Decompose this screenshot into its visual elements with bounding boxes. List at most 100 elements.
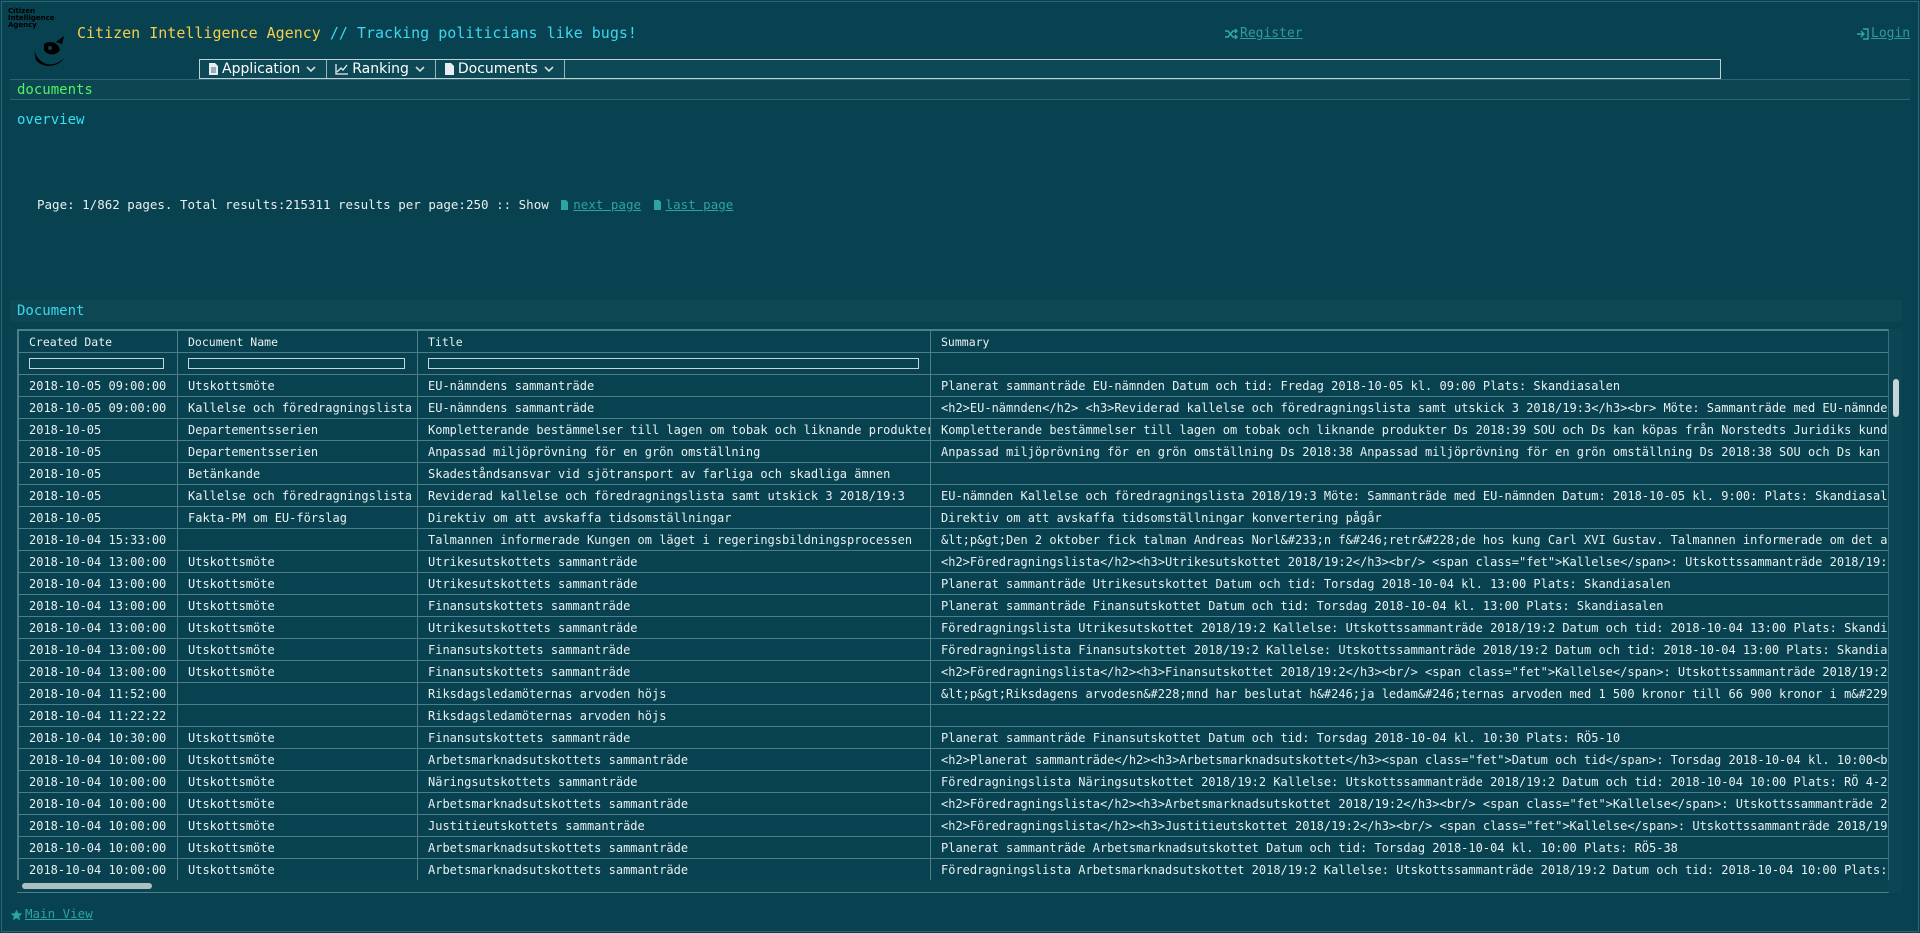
table-row[interactable]: 2018-10-04 15:33:00 Talmannen informerade…: [18, 528, 1888, 551]
cell-title: EU-nämndens sammanträde: [417, 374, 931, 397]
table-row[interactable]: 2018-10-04 13:00:00 Utskottsmöte Utrikesut…: [18, 550, 1888, 573]
menu-ranking-label: Ranking: [352, 61, 409, 77]
table-row[interactable]: 2018-10-04 10:00:00 Utskottsmöte Arbetsmar…: [18, 792, 1888, 815]
title-filter-input[interactable]: [428, 358, 919, 369]
file-icon: [561, 200, 569, 210]
horizontal-scrollbar-thumb[interactable]: [22, 883, 152, 889]
table-row[interactable]: 2018-10-04 10:00:00 Utskottsmöte Arbetsmar…: [18, 858, 1888, 881]
created-date-filter-input[interactable]: [29, 358, 164, 369]
table-row[interactable]: 2018-10-05 09:00:00 Utskottsmöte EU-nämnde…: [18, 374, 1888, 397]
cell-document-name: Utskottsmöte: [177, 858, 418, 881]
cell-created-date: 2018-10-04 10:00:00: [18, 858, 178, 881]
table-row[interactable]: 2018-10-04 13:00:00 Utskottsmöte Utrikesut…: [18, 572, 1888, 595]
chevron-down-icon: [415, 65, 425, 72]
column-header-document-name[interactable]: Document Name: [177, 330, 418, 353]
cell-created-date: 2018-10-04 15:33:00: [18, 528, 178, 551]
cell-title: Reviderad kallelse och föredragningslist…: [417, 484, 931, 507]
cell-document-name: Utskottsmöte: [177, 748, 418, 771]
main-view-link[interactable]: Main View: [25, 906, 93, 921]
column-header-title[interactable]: Title: [417, 330, 931, 353]
table-row[interactable]: 2018-10-05 09:00:00 Kallelse och föredrag…: [18, 396, 1888, 419]
cell-title: Näringsutskottets sammanträde: [417, 770, 931, 793]
cell-created-date: 2018-10-04 13:00:00: [18, 616, 178, 639]
table-row[interactable]: 2018-10-04 10:00:00 Utskottsmöte Justitieu…: [18, 814, 1888, 837]
filter-cell: [417, 352, 931, 375]
cell-created-date: 2018-10-04 13:00:00: [18, 638, 178, 661]
login-link[interactable]: Login: [1871, 26, 1910, 41]
table-row[interactable]: 2018-10-04 10:00:00 Utskottsmöte Arbetsmar…: [18, 748, 1888, 771]
table-row[interactable]: 2018-10-05 Departementsserien Kompletteran…: [18, 418, 1888, 441]
document-name-filter-input[interactable]: [188, 358, 405, 369]
cell-created-date: 2018-10-04 10:00:00: [18, 770, 178, 793]
table-row[interactable]: 2018-10-04 13:00:00 Utskottsmöte Finansuts…: [18, 638, 1888, 661]
last-page-link[interactable]: last page: [666, 197, 734, 212]
filter-cell: [18, 352, 178, 375]
sign-in-icon: [1857, 27, 1869, 40]
cell-summary: <h2>Föredragningslista</h2><h3>Justitieu…: [930, 814, 1888, 837]
table-row[interactable]: 2018-10-05 Kallelse och föredragningslist…: [18, 484, 1888, 507]
cell-title: Utrikesutskottets sammanträde: [417, 616, 931, 639]
document-grid[interactable]: Created Date Document Name Title Summary…: [17, 329, 1889, 893]
menu-documents[interactable]: Documents: [436, 60, 565, 78]
chevron-down-icon: [544, 65, 554, 72]
table-row[interactable]: 2018-10-04 13:00:00 Utskottsmöte Finansuts…: [18, 660, 1888, 683]
filter-row: [18, 352, 1888, 375]
table-row[interactable]: 2018-10-04 10:00:00 Utskottsmöte Arbetsmar…: [18, 836, 1888, 859]
table-row[interactable]: 2018-10-05 Betänkande Skadeståndsansvar vi…: [18, 462, 1888, 485]
table-row[interactable]: 2018-10-04 10:00:00 Utskottsmöte Näringsut…: [18, 770, 1888, 793]
cell-document-name: Utskottsmöte: [177, 374, 418, 397]
table-row[interactable]: 2018-10-05 Departementsserien Anpassad mil…: [18, 440, 1888, 463]
cell-title: Finansutskottets sammanträde: [417, 638, 931, 661]
logo-text: Citizen Intelligence Agency: [8, 7, 55, 29]
app-title-tagline: // Tracking politicians like bugs!: [320, 24, 637, 42]
table-row[interactable]: 2018-10-04 11:22:22 Riksdagsledamöternas …: [18, 704, 1888, 727]
cell-summary: <h2>EU-nämnden</h2> <h3>Reviderad kallel…: [930, 396, 1888, 419]
shuffle-icon: [1225, 28, 1238, 39]
cell-summary: &lt;p&gt;Den 2 oktober fick talman Andre…: [930, 528, 1888, 551]
column-header-created-date[interactable]: Created Date: [18, 330, 178, 353]
cell-document-name: Betänkande: [177, 462, 418, 485]
section-title: documents: [17, 82, 93, 98]
cell-summary: Föredragningslista Utrikesutskottet 2018…: [930, 616, 1888, 639]
cell-document-name: Utskottsmöte: [177, 660, 418, 683]
vertical-scrollbar-thumb[interactable]: [1893, 379, 1899, 417]
menu-application[interactable]: Application: [200, 60, 328, 78]
table-row[interactable]: 2018-10-04 10:30:00 Utskottsmöte Finansuts…: [18, 726, 1888, 749]
table-row[interactable]: 2018-10-05 Fakta-PM om EU-förslag Direktiv…: [18, 506, 1888, 529]
cell-created-date: 2018-10-04 13:00:00: [18, 594, 178, 617]
filter-cell: [930, 352, 1888, 375]
next-page-link[interactable]: next page: [573, 197, 641, 212]
paging-text: Page: 1/862 pages. Total results:215311 …: [37, 197, 549, 212]
table-row[interactable]: 2018-10-04 13:00:00 Utskottsmöte Utrikesut…: [18, 616, 1888, 639]
star-icon: [10, 909, 23, 920]
cell-document-name: [177, 528, 418, 551]
cell-summary: Planerat sammanträde EU-nämnden Datum oc…: [930, 374, 1888, 397]
cell-summary: <h2>Föredragningslista</h2><h3>Arbetsmar…: [930, 792, 1888, 815]
menu-ranking[interactable]: Ranking: [327, 60, 436, 78]
cell-document-name: Utskottsmöte: [177, 836, 418, 859]
cell-title: Riksdagsledamöternas arvoden höjs: [417, 704, 931, 727]
register-link[interactable]: Register: [1240, 26, 1303, 41]
paging-info: Page: 1/862 pages. Total results:215311 …: [37, 197, 733, 212]
cell-title: Utrikesutskottets sammanträde: [417, 550, 931, 573]
document-table-header: Document: [10, 300, 1902, 322]
table-row[interactable]: 2018-10-04 11:52:00 Riksdagsledamöternas …: [18, 682, 1888, 705]
column-header-summary[interactable]: Summary: [930, 330, 1888, 353]
cell-document-name: Utskottsmöte: [177, 638, 418, 661]
documents-section-bar: documents: [10, 79, 1910, 100]
table-row[interactable]: 2018-10-04 13:00:00 Utskottsmöte Finansuts…: [18, 594, 1888, 617]
agency-logo[interactable]: Citizen Intelligence Agency: [8, 8, 74, 74]
cell-created-date: 2018-10-04 13:00:00: [18, 572, 178, 595]
cell-document-name: Kallelse och föredragningslista: [177, 396, 418, 419]
menu-application-label: Application: [222, 61, 301, 77]
cell-title: Kompletterande bestämmelser till lagen o…: [417, 418, 931, 441]
cell-document-name: Departementsserien: [177, 418, 418, 441]
document-table: Created Date Document Name Title Summary…: [18, 330, 1888, 881]
cell-document-name: Utskottsmöte: [177, 792, 418, 815]
vertical-scrollbar[interactable]: [1888, 329, 1902, 893]
cell-document-name: Fakta-PM om EU-förslag: [177, 506, 418, 529]
cell-title: Anpassad miljöprövning för en grön omstä…: [417, 440, 931, 463]
cell-summary: Planerat sammanträde Finansutskottet Dat…: [930, 594, 1888, 617]
horizontal-scrollbar[interactable]: [17, 880, 1889, 892]
app-title: Citizen Intelligence Agency // Tracking …: [77, 24, 637, 42]
